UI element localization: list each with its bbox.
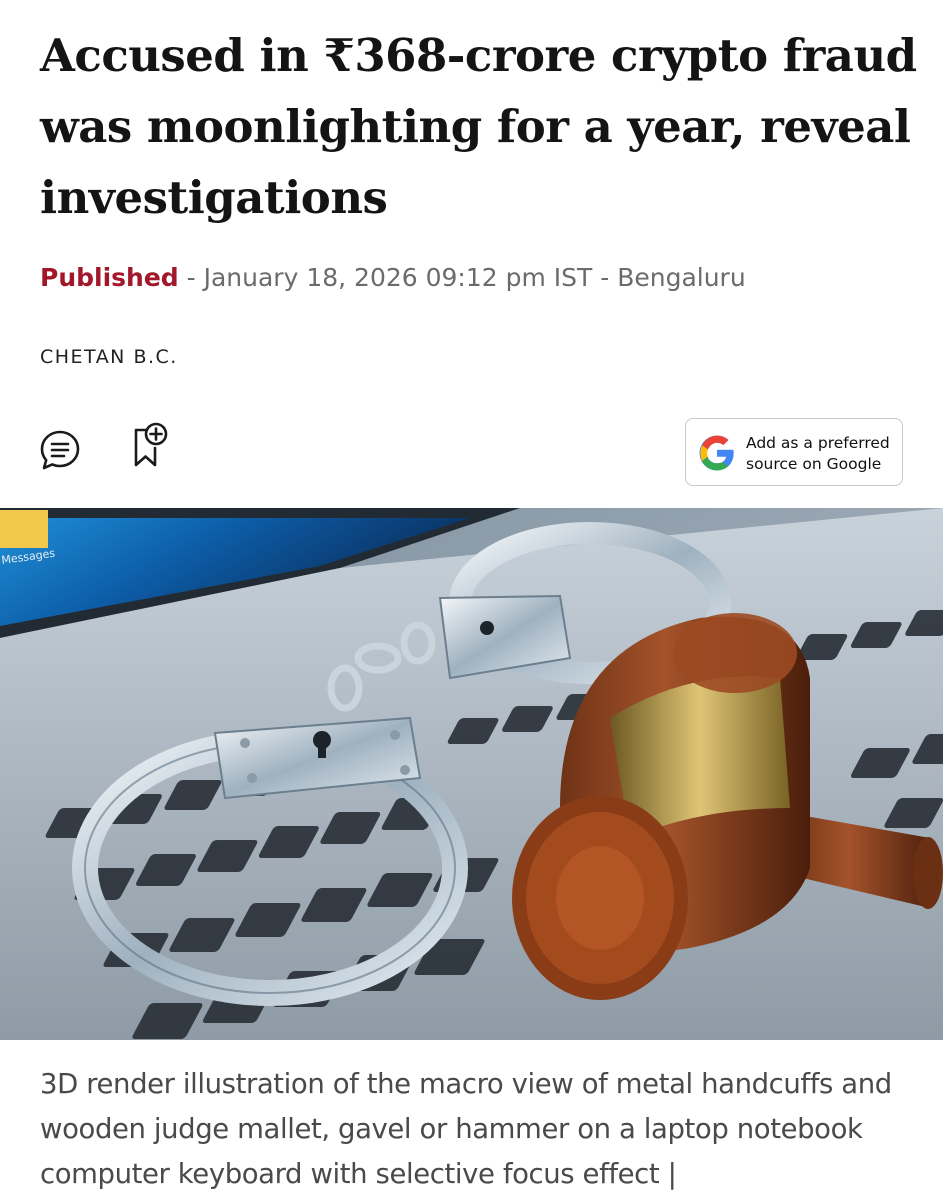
bookmark-add-icon bbox=[134, 422, 168, 467]
image-caption: 3D render illustration of the macro view… bbox=[40, 1068, 892, 1190]
author-byline[interactable]: CHETAN B.C. bbox=[40, 346, 178, 368]
google-button-line1: Add as a preferred bbox=[746, 434, 890, 452]
google-button-text: Add as a preferred source on Google bbox=[746, 433, 890, 475]
comment-icon bbox=[40, 430, 80, 470]
bookmark-button[interactable] bbox=[128, 420, 172, 470]
dateline-location: Bengaluru bbox=[617, 263, 746, 292]
google-g-icon bbox=[699, 435, 734, 471]
hero-image: Messages bbox=[0, 508, 943, 1040]
meta-separator: - bbox=[178, 263, 204, 292]
add-preferred-source-google-button[interactable]: Add as a preferred source on Google bbox=[685, 418, 903, 486]
meta-separator: - bbox=[592, 263, 618, 292]
article: Accused in ₹368-crore crypto fraud was m… bbox=[0, 0, 943, 1200]
article-headline: Accused in ₹368-crore crypto fraud was m… bbox=[40, 29, 917, 224]
published-datetime: January 18, 2026 09:12 pm IST bbox=[203, 263, 593, 292]
google-button-line2: source on Google bbox=[746, 455, 882, 473]
published-label: Published bbox=[40, 263, 179, 292]
handcuffs-gavel-laptop-image: Messages bbox=[0, 508, 943, 1040]
comments-button[interactable] bbox=[38, 428, 82, 472]
article-meta: Published - January 18, 2026 09:12 pm IS… bbox=[40, 260, 746, 296]
